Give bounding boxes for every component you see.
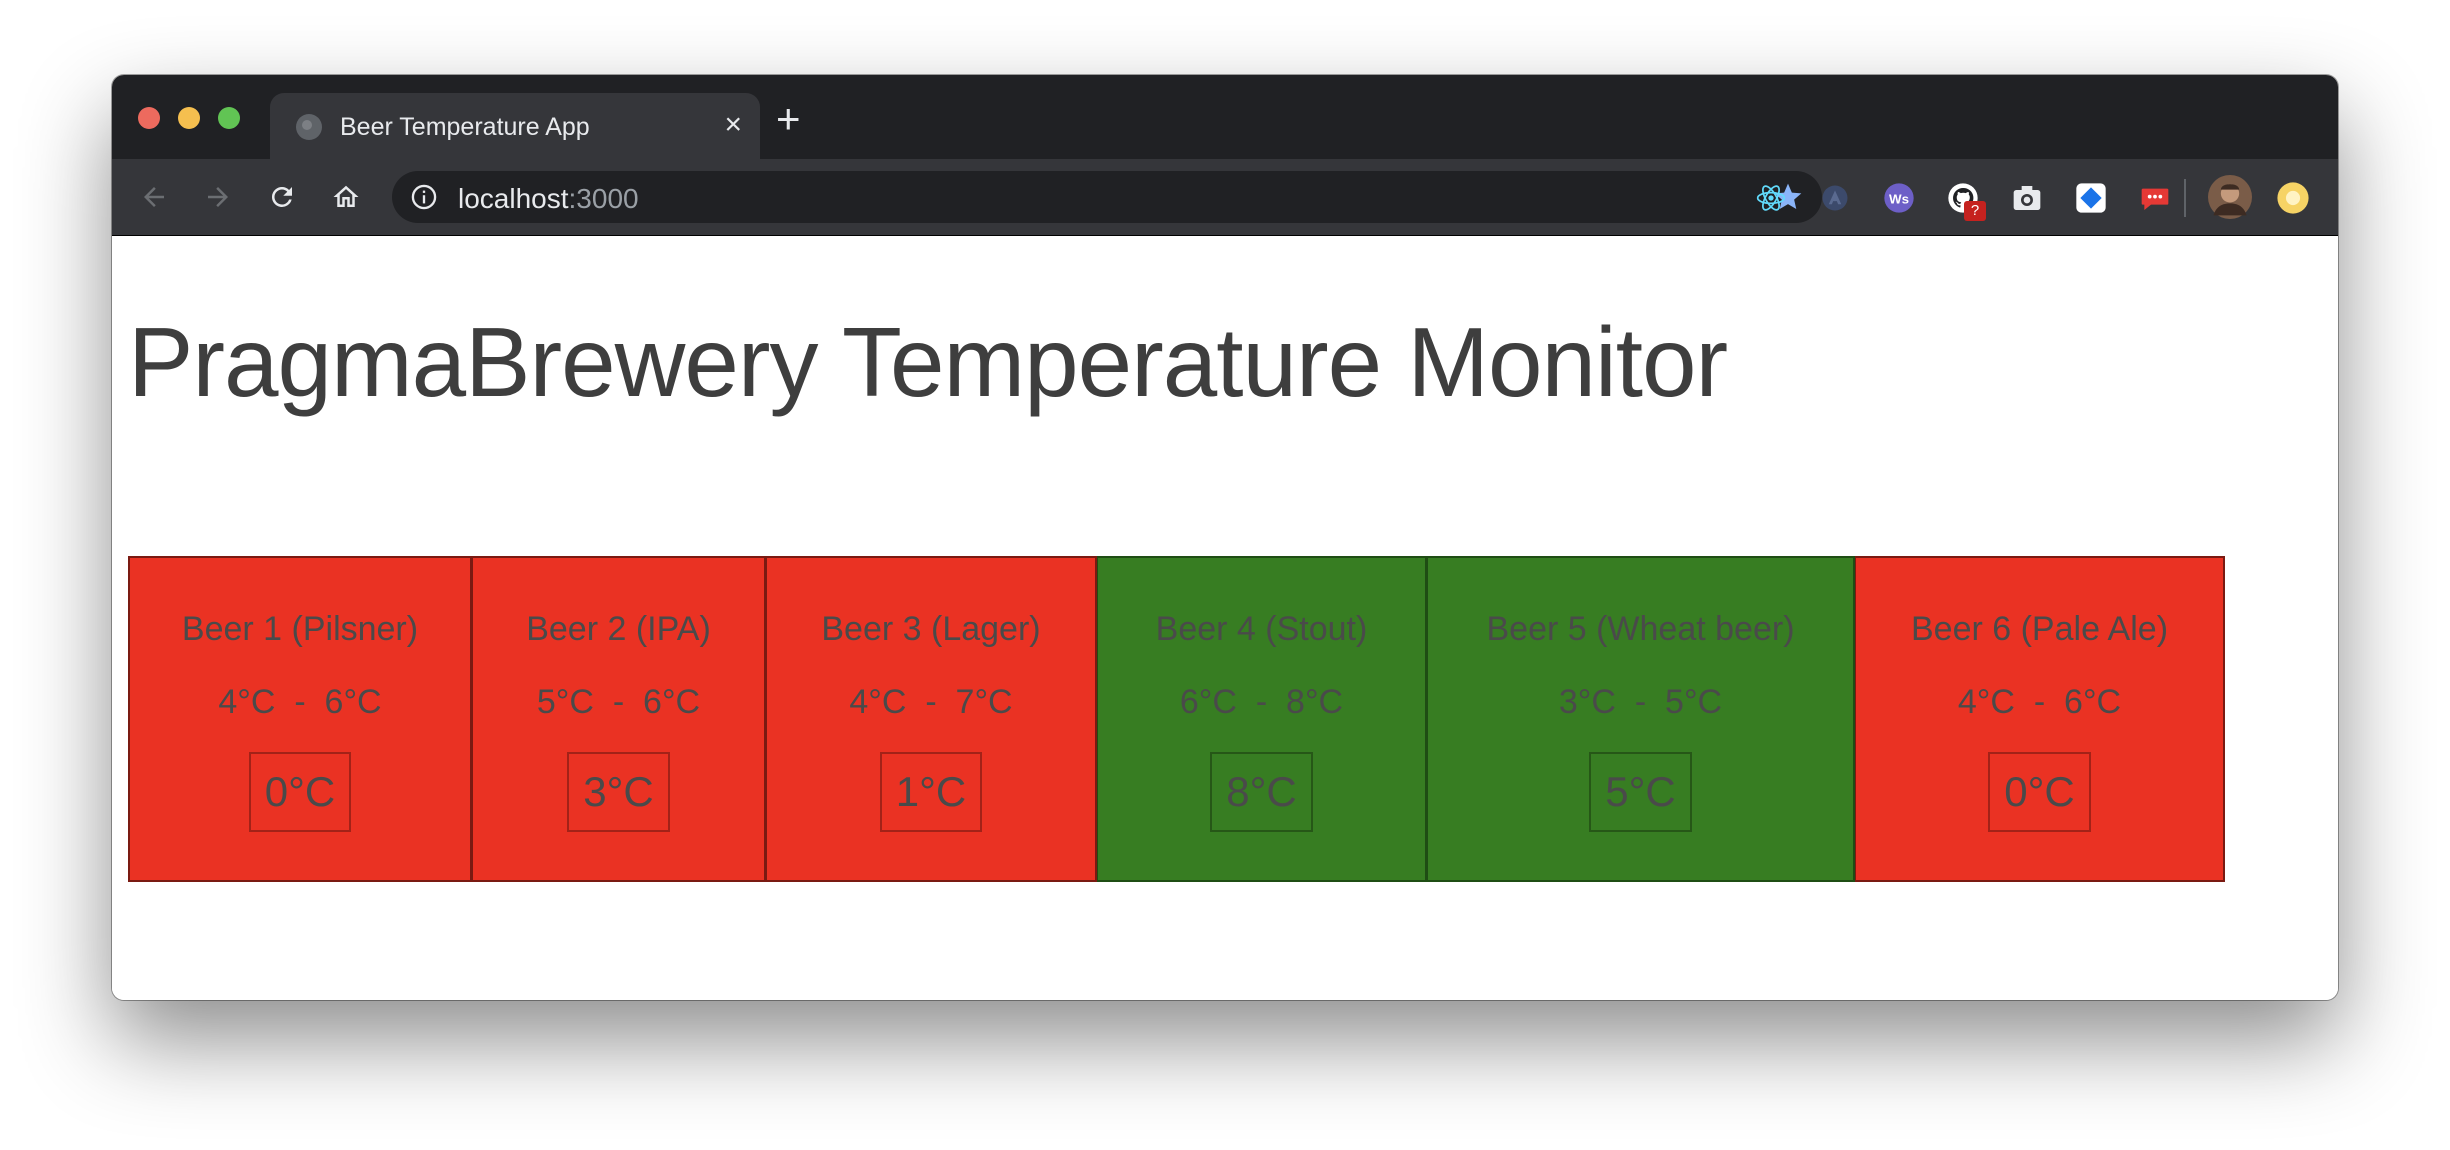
info-icon[interactable]	[410, 183, 438, 211]
beer-temperature-range: 5°C - 6°C	[536, 683, 701, 721]
address-bar[interactable]: localhost:3000	[392, 171, 1822, 223]
minimize-window-button[interactable]	[178, 107, 200, 129]
beer-name: Beer 3 (Lager)	[821, 610, 1041, 648]
tab-bar: Beer Temperature App × +	[112, 75, 2338, 159]
browser-toolbar: localhost:3000 Ws ?	[112, 159, 2338, 236]
beer-current-temperature: 5°C	[1589, 752, 1692, 832]
beer-name: Beer 2 (IPA)	[526, 610, 711, 648]
new-tab-button[interactable]: +	[776, 98, 801, 140]
tab-title: Beer Temperature App	[340, 113, 590, 141]
beer-current-temperature: 0°C	[248, 752, 352, 832]
beer-temperature-range: 4°C - 7°C	[849, 683, 1013, 721]
globe-icon	[296, 114, 322, 140]
page-title: PragmaBrewery Temperature Monitor	[128, 307, 1728, 417]
arrow-left-icon	[144, 187, 164, 207]
url-port: :3000	[568, 183, 639, 214]
beer-current-temperature: 0°C	[1988, 752, 2091, 832]
beer-card: Beer 5 (Wheat beer) 3°C - 5°C 5°C	[1427, 556, 1855, 882]
home-icon	[333, 185, 359, 207]
beer-card: Beer 3 (Lager) 4°C - 7°C 1°C	[766, 556, 1097, 882]
beer-temperature-range: 4°C - 6°C	[1957, 683, 2122, 721]
extension-badge: ?	[1964, 201, 1986, 221]
home-button[interactable]	[328, 179, 364, 215]
profile-avatar[interactable]	[2208, 175, 2252, 219]
diamond-icon[interactable]	[2074, 181, 2108, 215]
beer-temperature-range: 6°C - 8°C	[1179, 683, 1344, 721]
beer-card: Beer 4 (Stout) 6°C - 8°C 8°C	[1097, 556, 1427, 882]
github-icon[interactable]: ?	[1946, 181, 1986, 221]
beer-name: Beer 4 (Stout)	[1155, 610, 1368, 648]
extension-icon[interactable]	[1818, 181, 1852, 215]
beer-temperature-range: 4°C - 6°C	[218, 683, 382, 721]
beer-card: Beer 6 (Pale Ale) 4°C - 6°C 0°C	[1855, 556, 2225, 882]
forward-button[interactable]	[200, 179, 236, 215]
url-host: localhost	[458, 183, 569, 214]
svg-text:Ws: Ws	[1889, 191, 1909, 206]
beer-list: Beer 1 (Pilsner) 4°C - 6°C 0°C Beer 2 (I…	[128, 556, 2225, 882]
url-text: localhost:3000	[458, 183, 639, 215]
beer-card: Beer 2 (IPA) 5°C - 6°C 3°C	[472, 556, 766, 882]
beer-name: Beer 6 (Pale Ale)	[1910, 610, 2169, 648]
toolbar-divider	[2184, 179, 2186, 217]
close-window-button[interactable]	[138, 107, 160, 129]
browser-window: Beer Temperature App × + localhost:3000	[112, 75, 2338, 1000]
reload-button[interactable]	[264, 179, 300, 215]
screenshot-icon[interactable]	[2010, 181, 2044, 215]
beer-card: Beer 1 (Pilsner) 4°C - 6°C 0°C	[128, 556, 472, 882]
beer-name: Beer 1 (Pilsner)	[181, 610, 419, 648]
extension-circle-icon[interactable]	[2276, 181, 2310, 215]
arrow-right-icon	[208, 187, 228, 207]
beer-temperature-range: 3°C - 5°C	[1558, 683, 1723, 721]
tab-beer-temperature-app[interactable]: Beer Temperature App ×	[270, 93, 760, 159]
maximize-window-button[interactable]	[218, 107, 240, 129]
beer-name: Beer 5 (Wheat beer)	[1486, 610, 1795, 648]
reload-icon	[271, 186, 292, 207]
back-button[interactable]	[136, 179, 172, 215]
beer-current-temperature: 3°C	[567, 752, 670, 832]
page-content: PragmaBrewery Temperature Monitor Beer 1…	[112, 236, 2338, 1000]
chat-icon[interactable]	[2138, 181, 2172, 215]
beer-current-temperature: 1°C	[879, 752, 983, 832]
websocket-icon[interactable]: Ws	[1882, 181, 1916, 215]
react-devtools-icon[interactable]	[1754, 181, 1788, 215]
close-tab-button[interactable]: ×	[724, 107, 742, 143]
beer-current-temperature: 8°C	[1210, 752, 1313, 832]
